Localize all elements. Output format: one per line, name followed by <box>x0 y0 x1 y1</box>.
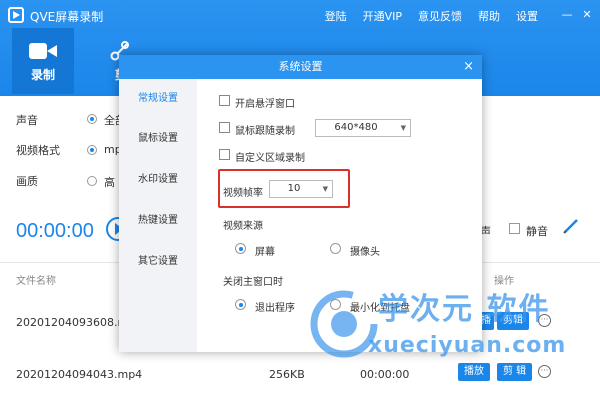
chevron-down-icon: ▼ <box>400 124 406 132</box>
watermark-text: 学次元 软件 <box>378 292 551 327</box>
close-exit-label: 退出程序 <box>255 303 295 314</box>
float-window-checkbox[interactable] <box>219 95 230 106</box>
app-title: QVE屏幕录制 <box>30 10 104 24</box>
file-name: 20201204094043.mp4 <box>16 368 143 381</box>
dialog-header: 系统设置 × <box>119 55 482 79</box>
feedback-link[interactable]: 意见反馈 <box>418 8 462 24</box>
col-filename: 文件名称 <box>16 276 56 287</box>
help-link[interactable]: 帮助 <box>478 8 500 24</box>
file-duration: 00:00:00 <box>360 368 410 381</box>
fps-highlight-box <box>218 169 350 208</box>
quality-label: 画质 <box>16 175 38 188</box>
mouse-follow-label: 鼠标跟随录制 <box>235 126 295 137</box>
top-menu: 登陆 开通VIP 意见反馈 帮助 设置 — ✕ <box>325 8 594 24</box>
login-link[interactable]: 登陆 <box>325 8 347 24</box>
edit-button[interactable]: 剪 辑 <box>497 363 533 381</box>
close-window-button[interactable]: ✕ <box>580 8 594 24</box>
source-camera-radio[interactable] <box>330 243 341 254</box>
close-behavior-label: 关闭主窗口时 <box>223 277 283 288</box>
tab-record-label: 录制 <box>30 68 55 82</box>
nav-hotkey[interactable]: 热键设置 <box>119 211 197 231</box>
source-screen-label: 屏幕 <box>255 247 275 258</box>
minimize-button[interactable]: — <box>560 8 574 24</box>
settings-link[interactable]: 设置 <box>516 8 538 24</box>
file-size: 256KB <box>269 368 305 381</box>
mouse-follow-size-value: 640*480 <box>334 122 378 133</box>
quality-value: 高 <box>104 176 115 189</box>
custom-area-checkbox[interactable] <box>219 149 230 160</box>
app-logo-icon <box>8 7 24 23</box>
nav-watermark[interactable]: 水印设置 <box>119 170 197 190</box>
mute-label: 静音 <box>526 225 548 238</box>
audio-label: 声音 <box>16 114 38 127</box>
record-timer: 00:00:00 <box>16 220 94 242</box>
source-screen-radio[interactable] <box>235 243 246 254</box>
watermark-url: xueciyuan.com <box>368 333 567 358</box>
pen-icon[interactable] <box>562 217 580 235</box>
mouse-follow-checkbox[interactable] <box>219 122 230 133</box>
close-icon[interactable]: × <box>463 55 474 79</box>
nav-mouse[interactable]: 鼠标设置 <box>119 129 197 149</box>
audio-all-radio[interactable] <box>87 114 97 124</box>
format-label: 视频格式 <box>16 144 60 157</box>
source-label: 视频来源 <box>223 221 263 232</box>
mouse-follow-size-select[interactable]: 640*480 ▼ <box>315 119 411 137</box>
more-icon[interactable]: ··· <box>538 365 551 378</box>
vip-link[interactable]: 开通VIP <box>363 8 402 24</box>
float-window-label: 开启悬浮窗口 <box>235 99 295 110</box>
play-button[interactable]: 播放 <box>458 363 490 381</box>
dialog-nav: 常规设置 鼠标设置 水印设置 热键设置 其它设置 <box>119 79 197 352</box>
tab-record[interactable]: 录制 <box>12 28 74 94</box>
source-camera-label: 摄像头 <box>350 247 380 258</box>
close-exit-radio[interactable] <box>235 299 246 310</box>
format-mp4-radio[interactable] <box>87 145 97 155</box>
dialog-title: 系统设置 <box>278 60 323 73</box>
nav-general[interactable]: 常规设置 <box>119 89 197 109</box>
nav-other[interactable]: 其它设置 <box>119 252 197 272</box>
mute-checkbox[interactable] <box>509 223 520 234</box>
custom-area-label: 自定义区域录制 <box>235 153 305 164</box>
camera-icon <box>29 40 57 62</box>
quality-high-radio[interactable] <box>87 176 97 186</box>
